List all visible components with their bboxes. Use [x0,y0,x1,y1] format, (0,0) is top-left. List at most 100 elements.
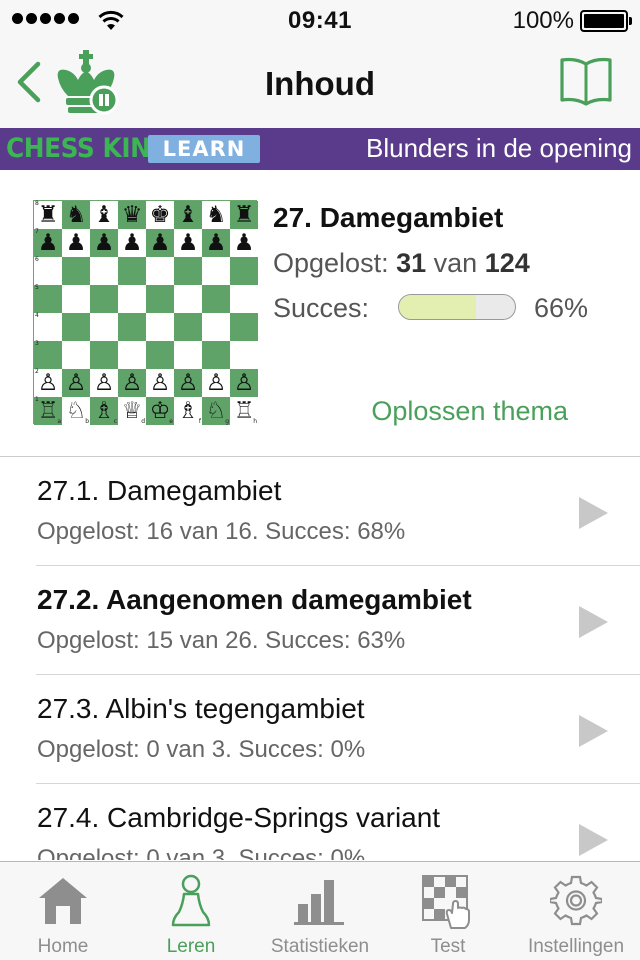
rank-label: 3 [35,340,39,347]
board-square: 6 [34,257,62,285]
lesson-name: 27.1. Damegambiet [37,475,282,506]
chess-piece: ♙ [149,369,171,396]
lesson-row[interactable]: 27.4. Cambridge-Springs variant Opgelost… [36,784,640,860]
brand-name: CHESS KING [6,133,171,164]
chess-piece: ♔ [149,397,171,424]
board-square: ♞ [202,201,230,229]
file-label: f [198,418,201,425]
board-square: ♜ [230,201,258,229]
board-square [146,257,174,285]
board-square [118,257,146,285]
board-square [118,341,146,369]
play-arrow-icon[interactable] [579,824,608,856]
lesson-name: 27.3. Albin's tegengambiet [37,693,365,724]
rank-label: 6 [35,256,39,263]
chess-piece: ♟ [233,229,255,256]
rank-label: 5 [35,284,39,291]
solved-number: 31 [396,248,427,278]
chess-piece: ♙ [205,369,227,396]
gear-icon [550,875,602,926]
total-number: 124 [484,248,530,278]
chess-piece: ♟ [149,229,171,256]
chess-piece: ♟ [37,229,59,256]
course-title: Blunders in de opening [366,133,632,163]
board-square: 7 ♟ [34,229,62,257]
board-square [174,313,202,341]
board-square: c ♗ [90,397,118,425]
board-square: ♟ [118,229,146,257]
board-square [230,341,258,369]
board-square: ♙ [90,369,118,397]
board-square [62,285,90,313]
board-square [90,313,118,341]
chess-piece: ♝ [177,201,199,228]
chess-piece: ♟ [93,229,115,256]
board-square [146,313,174,341]
chess-piece: ♗ [177,397,199,424]
board-square [90,257,118,285]
tab-statistieken[interactable]: Statistieken [256,862,384,960]
board-square: ♙ [118,369,146,397]
tab-instellingen[interactable]: Instellingen [512,862,640,960]
topic-summary: 8 ♜ ♞ ♝ ♛ ♚ ♝ ♞ ♜ 7 ♟ ♟ ♟ ♟ ♟ ♟ ♟ ♟ 6 5 4 3 2 ♙ ♙ ♙ ♙ ♙ ♙ ♙ ♙ 1 a ♖ b ♘ c ♗ d ♕… [0,170,640,456]
chess-piece: ♟ [121,229,143,256]
chess-piece: ♟ [205,229,227,256]
tab-test[interactable]: Test [384,862,512,960]
board-square: e ♔ [146,397,174,425]
tab-label: Leren [166,936,216,957]
of-label: van [433,248,478,278]
board-square: ♝ [174,201,202,229]
board-tap-icon [422,875,470,929]
chess-piece: ♙ [233,369,255,396]
chess-piece: ♞ [65,201,87,228]
play-arrow-icon[interactable] [579,715,608,747]
lesson-row[interactable]: 27.1. Damegambiet Opgelost: 16 van 16. S… [36,457,640,566]
tab-label: Instellingen [527,936,625,957]
board-square: ♙ [174,369,202,397]
solved-label: Opgelost: [273,248,389,278]
chess-piece: ♗ [93,397,115,424]
chess-piece: ♟ [65,229,87,256]
board-square: 4 [34,313,62,341]
learn-badge: LEARN [148,135,260,163]
tab-label: Statistieken [270,936,370,957]
tab-leren[interactable]: Leren [126,862,256,960]
board-square [118,313,146,341]
lesson-stats: Opgelost: 0 van 3. Succes: 0% [37,736,366,763]
tab-label: Test [430,936,466,957]
chess-piece: ♛ [121,201,143,228]
board-square: ♟ [62,229,90,257]
battery-percentage: 100% [512,7,574,34]
board-square [62,313,90,341]
bar-chart-icon [294,880,344,925]
book-icon[interactable] [558,56,614,108]
tab-home[interactable]: Home [0,862,126,960]
chess-piece: ♘ [205,397,227,424]
chess-piece: ♜ [233,201,255,228]
board-square [174,257,202,285]
board-square [146,341,174,369]
success-label: Succes: [273,293,370,323]
chess-piece: ♖ [233,397,255,424]
play-arrow-icon[interactable] [579,497,608,529]
board-square: ♟ [90,229,118,257]
board-square [202,313,230,341]
board-square [202,257,230,285]
solve-topic-button[interactable]: Oplossen thema [371,396,568,427]
play-arrow-icon[interactable] [579,606,608,638]
page-title: Inhoud [265,65,375,102]
lesson-row[interactable]: 27.3. Albin's tegengambiet Opgelost: 0 v… [36,675,640,784]
chess-piece: ♘ [65,397,87,424]
status-bar: 09:41 100% [0,0,640,40]
rank-label: 4 [35,312,39,319]
chess-piece: ♟ [177,229,199,256]
board-square: f ♗ [174,397,202,425]
chess-piece: ♙ [37,369,59,396]
chess-piece: ♚ [149,201,171,228]
lesson-list[interactable]: 27.1. Damegambiet Opgelost: 16 van 16. S… [0,457,640,860]
chess-piece: ♞ [205,201,227,228]
board-square [146,285,174,313]
board-square [62,257,90,285]
lesson-row[interactable]: 27.2. Aangenomen damegambiet Opgelost: 1… [36,566,640,675]
chess-piece: ♝ [93,201,115,228]
